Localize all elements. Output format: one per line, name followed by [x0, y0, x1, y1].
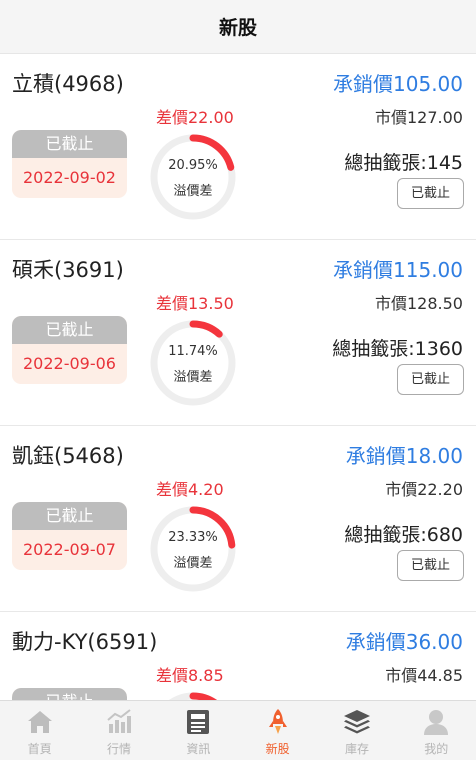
- price-difference: 差價13.50: [156, 294, 234, 313]
- status-label: 已截止: [12, 316, 127, 344]
- status-label: 已截止: [12, 502, 127, 530]
- ipo-card[interactable]: 立積(4968) 承銷價105.00 差價22.00 市價127.00 已截止 …: [0, 54, 476, 240]
- premium-percent: 20.95%: [168, 158, 218, 173]
- underwrite-price: 承銷價105.00: [333, 72, 463, 96]
- bottom-tab-bar: 首頁 行情 資訊 新股 庫存 我的: [0, 700, 476, 760]
- ipo-card[interactable]: 碩禾(3691) 承銷價115.00 差價13.50 市價128.50 已截止 …: [0, 240, 476, 426]
- price-difference: 差價4.20: [156, 480, 224, 499]
- market-price: 市價127.00: [375, 108, 463, 127]
- underwrite-price: 承銷價36.00: [345, 630, 463, 654]
- premium-gauge: 11.74% 溢價差: [148, 318, 238, 408]
- premium-label: 溢價差: [173, 556, 213, 571]
- chart-icon: [107, 709, 131, 733]
- lottery-count: 總抽籤張:680: [344, 524, 463, 546]
- status-date: 2022-09-02: [23, 168, 116, 187]
- home-icon: [27, 711, 52, 733]
- status-label: 已截止: [12, 130, 127, 158]
- status-label: 已截止: [12, 688, 127, 700]
- stock-name: 碩禾(3691): [12, 258, 124, 282]
- premium-label: 溢價差: [173, 184, 213, 199]
- premium-percent: 23.33%: [168, 530, 218, 545]
- tab-label: 資訊: [186, 742, 211, 756]
- tab-inventory[interactable]: 庫存: [317, 701, 396, 760]
- user-icon: [424, 710, 449, 735]
- status-box: 已截止 2022-09-06: [12, 316, 127, 384]
- underwrite-price: 承銷價115.00: [333, 258, 463, 282]
- layers-icon: [343, 710, 370, 734]
- status-date: 2022-09-06: [23, 354, 116, 373]
- premium-label: 溢價差: [173, 370, 213, 385]
- stock-name: 立積(4968): [12, 72, 124, 96]
- stock-name: 凱鈺(5468): [12, 444, 124, 468]
- market-price: 市價128.50: [375, 294, 463, 313]
- closed-button[interactable]: 已截止: [397, 364, 464, 395]
- tab-home[interactable]: 首頁: [0, 701, 79, 760]
- ipo-card[interactable]: 動力-KY(6591) 承銷價36.00 差價8.85 市價44.85 已截止: [0, 612, 476, 700]
- tab-news[interactable]: 資訊: [159, 701, 238, 760]
- lottery-count: 總抽籤張:1360: [332, 338, 463, 360]
- tab-label: 我的: [424, 742, 449, 756]
- rocket-icon: [268, 709, 287, 734]
- status-date: 2022-09-07: [23, 540, 116, 559]
- underwrite-price: 承銷價18.00: [345, 444, 463, 468]
- ipo-card[interactable]: 凱鈺(5468) 承銷價18.00 差價4.20 市價22.20 已截止 202…: [0, 426, 476, 612]
- status-box: 已截止: [12, 688, 127, 700]
- tab-label: 庫存: [344, 742, 369, 756]
- stock-name: 動力-KY(6591): [12, 630, 158, 654]
- tab-label: 首頁: [27, 742, 52, 756]
- closed-button[interactable]: 已截止: [397, 178, 464, 209]
- top-header: 新股: [0, 0, 476, 54]
- tab-ipo[interactable]: 新股: [238, 701, 317, 760]
- premium-gauge: 23.33% 溢價差: [148, 504, 238, 594]
- price-difference: 差價22.00: [156, 108, 234, 127]
- market-price: 市價44.85: [385, 666, 463, 685]
- premium-percent: 11.74%: [168, 344, 218, 359]
- status-box: 已截止 2022-09-02: [12, 130, 127, 198]
- tab-profile[interactable]: 我的: [397, 701, 476, 760]
- tab-label: 行情: [106, 742, 131, 756]
- tab-label: 新股: [265, 742, 290, 756]
- page-title: 新股: [218, 17, 257, 39]
- lottery-count: 總抽籤張:145: [344, 152, 463, 174]
- premium-gauge: [148, 690, 238, 700]
- premium-gauge: 20.95% 溢價差: [148, 132, 238, 222]
- market-price: 市價22.20: [385, 480, 463, 499]
- closed-button[interactable]: 已截止: [397, 550, 464, 581]
- price-difference: 差價8.85: [156, 666, 224, 685]
- news-icon: [187, 710, 210, 734]
- tab-market[interactable]: 行情: [79, 701, 158, 760]
- status-box: 已截止 2022-09-07: [12, 502, 127, 570]
- ipo-list[interactable]: 立積(4968) 承銷價105.00 差價22.00 市價127.00 已截止 …: [0, 54, 476, 700]
